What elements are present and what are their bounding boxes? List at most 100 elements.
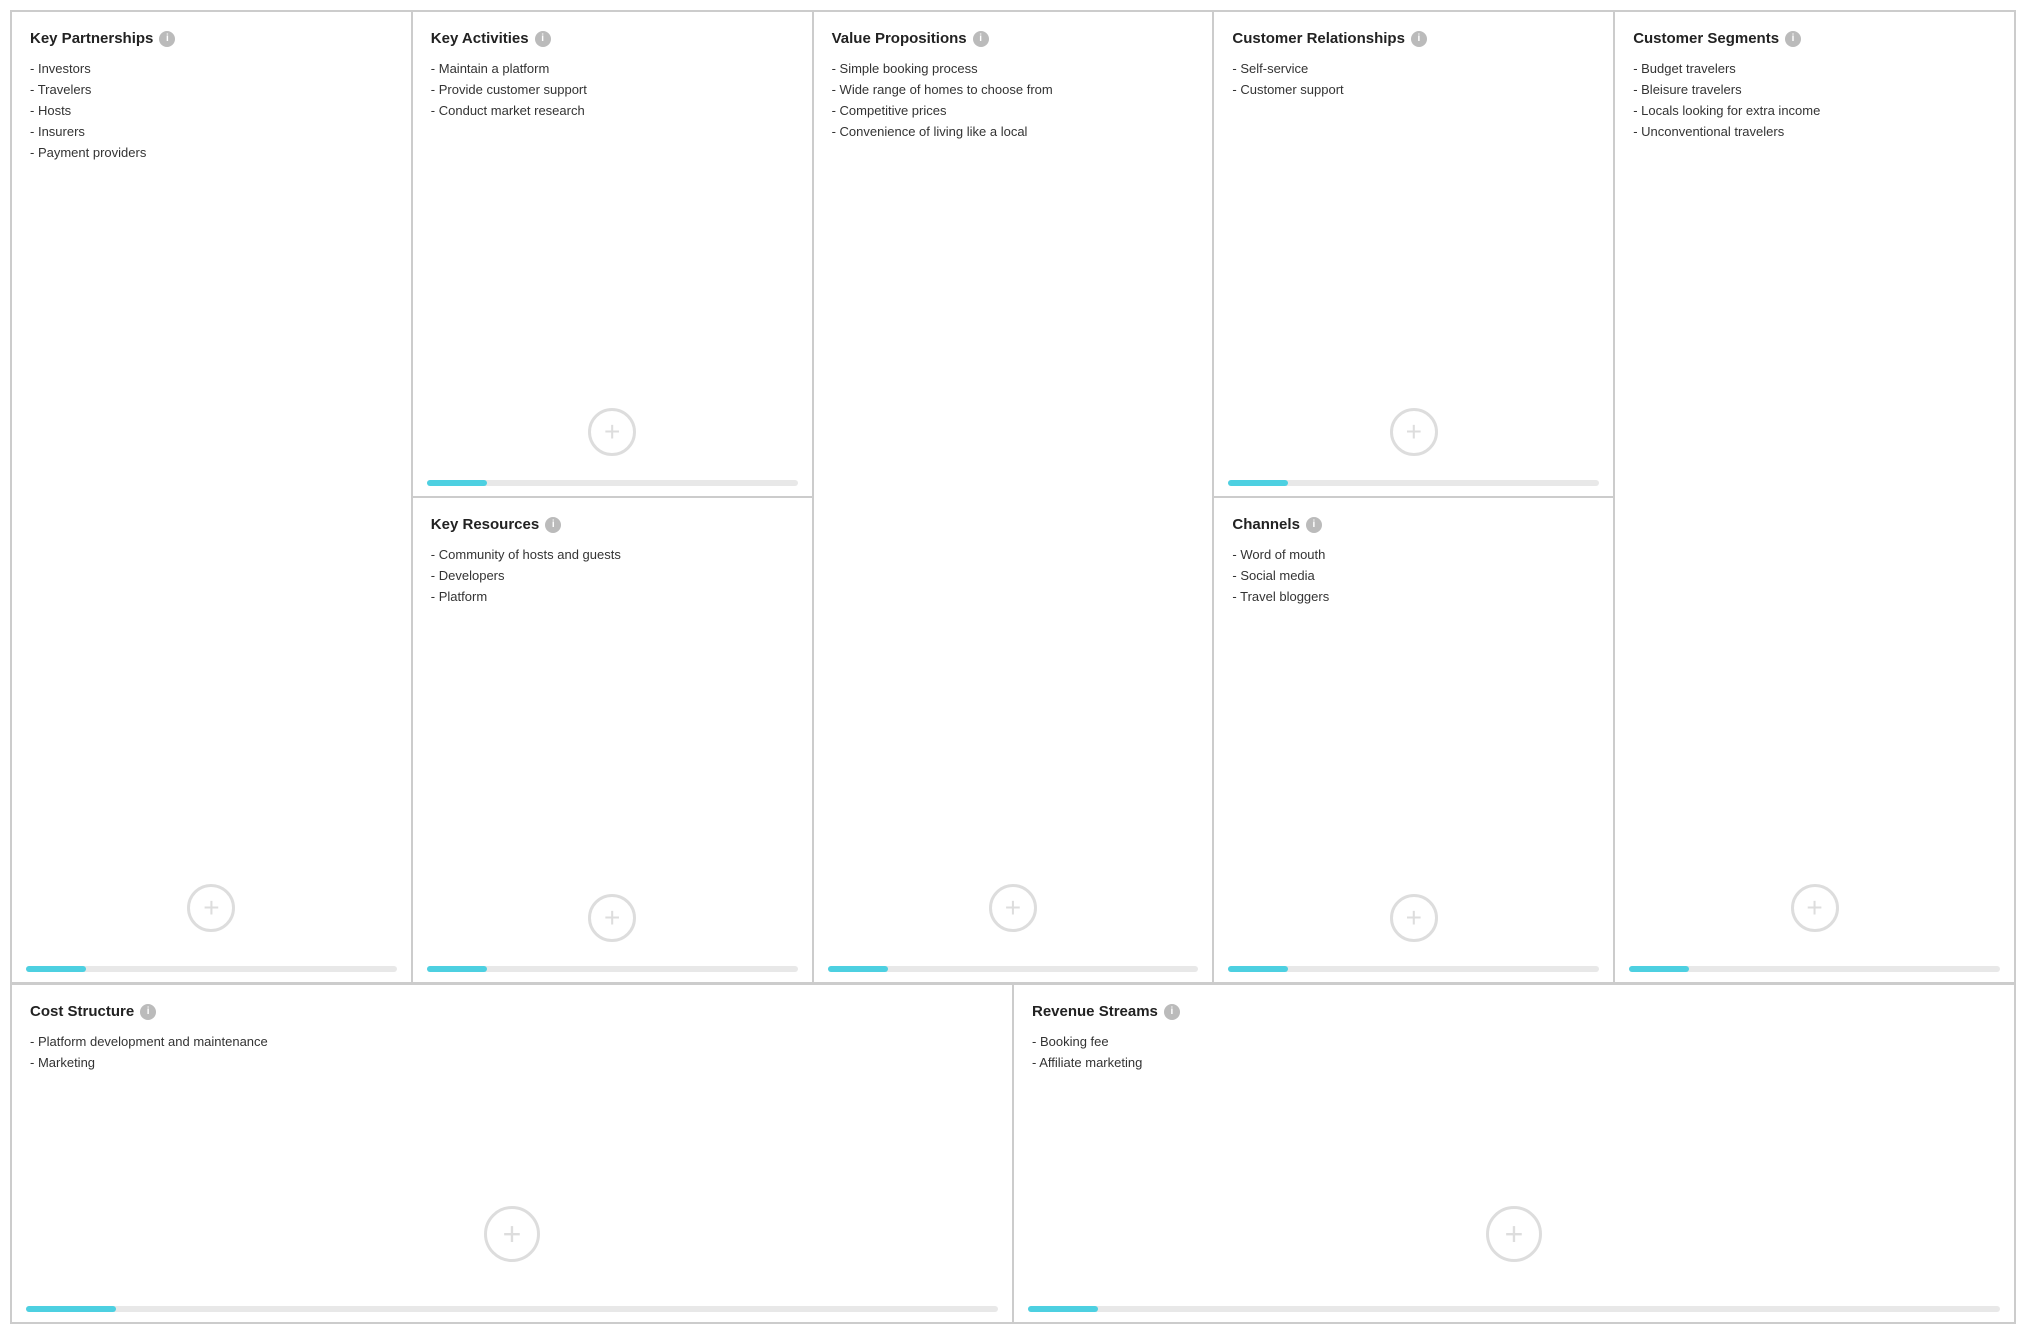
cost-structure-add-button[interactable]: +	[484, 1206, 540, 1262]
list-item: Budget travelers	[1633, 61, 1996, 76]
key-partnerships-add-button[interactable]: +	[187, 884, 235, 932]
key-activities-info-icon[interactable]: i	[535, 31, 551, 47]
list-item: Convenience of living like a local	[832, 124, 1195, 139]
key-resources-info-icon[interactable]: i	[545, 517, 561, 533]
key-activities-cell: Key Activities i Maintain a platform Pro…	[412, 11, 813, 497]
customer-relationships-header: Customer Relationships i	[1232, 30, 1595, 47]
list-item: Platform development and maintenance	[30, 1034, 994, 1049]
list-item: Affiliate marketing	[1032, 1055, 1996, 1070]
channels-title: Channels	[1232, 516, 1300, 533]
key-partnerships-header: Key Partnerships i	[30, 30, 393, 47]
add-icon: +	[1406, 904, 1422, 932]
key-partnerships-progress	[26, 966, 397, 972]
progress-fill	[427, 480, 487, 486]
value-propositions-items: Simple booking process Wide range of hom…	[832, 61, 1195, 139]
list-item: Travelers	[30, 82, 393, 97]
customer-segments-progress	[1629, 966, 2000, 972]
key-activities-items: Maintain a platform Provide customer sup…	[431, 61, 794, 118]
cost-structure-items: Platform development and maintenance Mar…	[30, 1034, 994, 1070]
customer-segments-header: Customer Segments i	[1633, 30, 1996, 47]
key-resources-add-button[interactable]: +	[588, 894, 636, 942]
canvas: Key Partnerships i Investors Travelers H…	[0, 0, 2026, 1334]
list-item: Maintain a platform	[431, 61, 794, 76]
revenue-streams-progress	[1028, 1306, 2000, 1312]
cost-structure-cell: Cost Structure i Platform development an…	[11, 984, 1013, 1323]
list-item: Simple booking process	[832, 61, 1195, 76]
channels-progress	[1228, 966, 1599, 972]
revenue-streams-cell: Revenue Streams i Booking fee Affiliate …	[1013, 984, 2015, 1323]
list-item: Competitive prices	[832, 103, 1195, 118]
key-activities-add-button[interactable]: +	[588, 408, 636, 456]
list-item: Provide customer support	[431, 82, 794, 97]
progress-fill	[26, 1306, 116, 1312]
progress-fill	[1228, 966, 1288, 972]
list-item: Word of mouth	[1232, 547, 1595, 562]
list-item: Developers	[431, 568, 794, 583]
value-propositions-progress	[828, 966, 1199, 972]
key-resources-cell: Key Resources i Community of hosts and g…	[412, 497, 813, 983]
add-icon: +	[1806, 894, 1822, 922]
list-item: Insurers	[30, 124, 393, 139]
list-item: Locals looking for extra income	[1633, 103, 1996, 118]
add-icon: +	[503, 1218, 522, 1250]
list-item: Booking fee	[1032, 1034, 1996, 1049]
customer-segments-title: Customer Segments	[1633, 30, 1779, 47]
channels-items: Word of mouth Social media Travel blogge…	[1232, 547, 1595, 604]
value-propositions-add-button[interactable]: +	[989, 884, 1037, 932]
list-item: Hosts	[30, 103, 393, 118]
customer-segments-info-icon[interactable]: i	[1785, 31, 1801, 47]
progress-fill	[1228, 480, 1288, 486]
key-partnerships-items: Investors Travelers Hosts Insurers Payme…	[30, 61, 393, 160]
customer-relationships-cell: Customer Relationships i Self-service Cu…	[1213, 11, 1614, 497]
customer-relationships-title: Customer Relationships	[1232, 30, 1405, 47]
bottom-grid: Cost Structure i Platform development an…	[10, 984, 2016, 1324]
customer-relationships-info-icon[interactable]: i	[1411, 31, 1427, 47]
list-item: Wide range of homes to choose from	[832, 82, 1195, 97]
channels-info-icon[interactable]: i	[1306, 517, 1322, 533]
revenue-streams-info-icon[interactable]: i	[1164, 1004, 1180, 1020]
channels-add-button[interactable]: +	[1390, 894, 1438, 942]
cost-structure-progress	[26, 1306, 998, 1312]
progress-fill	[828, 966, 888, 972]
key-activities-progress	[427, 480, 798, 486]
key-activities-title: Key Activities	[431, 30, 529, 47]
customer-relationships-progress	[1228, 480, 1599, 486]
list-item: Unconventional travelers	[1633, 124, 1996, 139]
customer-relationships-items: Self-service Customer support	[1232, 61, 1595, 97]
progress-fill	[1629, 966, 1689, 972]
add-icon: +	[1005, 894, 1021, 922]
customer-relationships-add-button[interactable]: +	[1390, 408, 1438, 456]
list-item: Social media	[1232, 568, 1595, 583]
add-icon: +	[604, 904, 620, 932]
add-icon: +	[604, 418, 620, 446]
top-grid: Key Partnerships i Investors Travelers H…	[10, 10, 2016, 984]
value-propositions-info-icon[interactable]: i	[973, 31, 989, 47]
list-item: Platform	[431, 589, 794, 604]
list-item: Bleisure travelers	[1633, 82, 1996, 97]
cost-structure-info-icon[interactable]: i	[140, 1004, 156, 1020]
list-item: Investors	[30, 61, 393, 76]
progress-fill	[1028, 1306, 1098, 1312]
cost-structure-title: Cost Structure	[30, 1003, 134, 1020]
add-icon: +	[1505, 1218, 1524, 1250]
list-item: Self-service	[1232, 61, 1595, 76]
progress-fill	[427, 966, 487, 972]
revenue-streams-add-button[interactable]: +	[1486, 1206, 1542, 1262]
key-partnerships-info-icon[interactable]: i	[159, 31, 175, 47]
customer-segments-items: Budget travelers Bleisure travelers Loca…	[1633, 61, 1996, 139]
list-item: Community of hosts and guests	[431, 547, 794, 562]
key-activities-header: Key Activities i	[431, 30, 794, 47]
list-item: Travel bloggers	[1232, 589, 1595, 604]
key-resources-items: Community of hosts and guests Developers…	[431, 547, 794, 604]
key-resources-title: Key Resources	[431, 516, 539, 533]
list-item: Marketing	[30, 1055, 994, 1070]
key-partnerships-title: Key Partnerships	[30, 30, 153, 47]
revenue-streams-title: Revenue Streams	[1032, 1003, 1158, 1020]
revenue-streams-header: Revenue Streams i	[1032, 1003, 1996, 1020]
list-item: Conduct market research	[431, 103, 794, 118]
customer-segments-cell: Customer Segments i Budget travelers Ble…	[1614, 11, 2015, 983]
customer-segments-add-button[interactable]: +	[1791, 884, 1839, 932]
list-item: Payment providers	[30, 145, 393, 160]
value-propositions-title: Value Propositions	[832, 30, 967, 47]
key-partnerships-cell: Key Partnerships i Investors Travelers H…	[11, 11, 412, 983]
